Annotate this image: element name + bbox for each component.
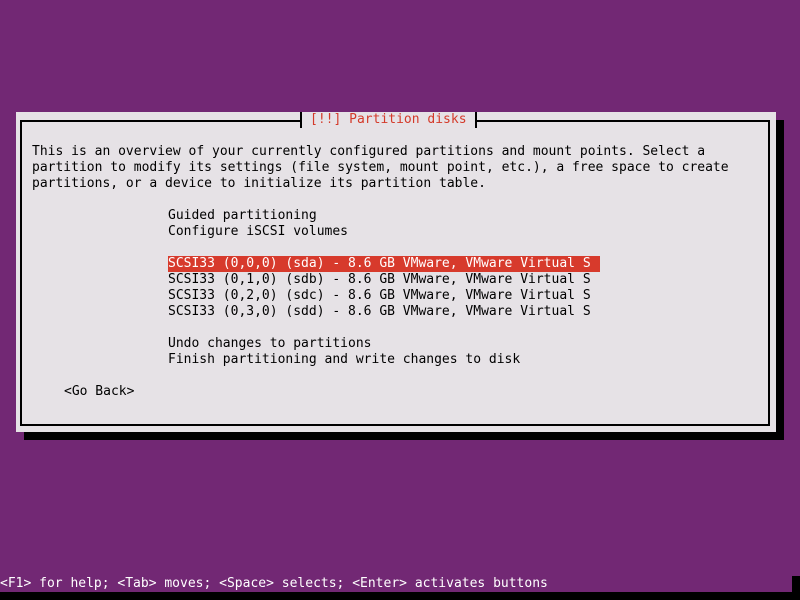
- menu-item-configure-iscsi[interactable]: Configure iSCSI volumes: [168, 224, 348, 240]
- menu-item-disk-sdd[interactable]: SCSI33 (0,3,0) (sdd) - 8.6 GB VMware, VM…: [168, 304, 591, 320]
- dialog-title: [!!] Partition disks: [300, 112, 477, 128]
- description-line-1: This is an overview of your currently co…: [32, 144, 706, 159]
- footer-shadow: [0, 592, 800, 600]
- menu-item-disk-sdb[interactable]: SCSI33 (0,1,0) (sdb) - 8.6 GB VMware, VM…: [168, 272, 591, 288]
- menu-item-finish-partitioning[interactable]: Finish partitioning and write changes to…: [168, 352, 520, 368]
- partition-disks-dialog: [!!] Partition disks This is an overview…: [16, 112, 776, 432]
- menu-item-guided-partitioning[interactable]: Guided partitioning: [168, 208, 317, 224]
- description-line-3: partitions, or a device to initialize it…: [32, 176, 486, 191]
- menu-item-disk-sda[interactable]: SCSI33 (0,0,0) (sda) - 8.6 GB VMware, VM…: [168, 256, 600, 272]
- menu-item-disk-sdc[interactable]: SCSI33 (0,2,0) (sdc) - 8.6 GB VMware, VM…: [168, 288, 591, 304]
- description-line-2: partition to modify its settings (file s…: [32, 160, 729, 175]
- help-footer: <F1> for help; <Tab> moves; <Space> sele…: [0, 576, 792, 592]
- go-back-button[interactable]: <Go Back>: [64, 384, 134, 400]
- menu-item-undo-changes[interactable]: Undo changes to partitions: [168, 336, 372, 352]
